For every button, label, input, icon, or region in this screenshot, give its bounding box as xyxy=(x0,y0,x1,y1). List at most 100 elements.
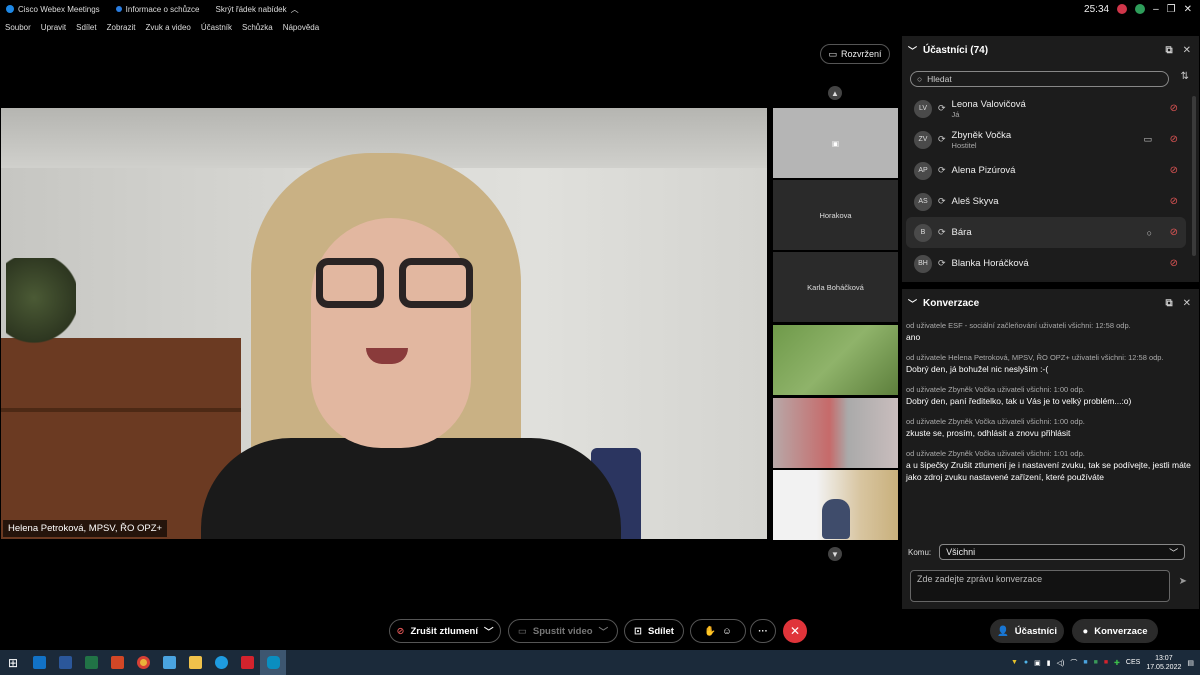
participant-row[interactable]: BH ⟳ Blanka Horáčková ⊘ xyxy=(906,248,1186,279)
chat-header: ﹀ Konverzace ⧉ ✕ xyxy=(908,297,1191,310)
app-tray-icon[interactable]: ▣ xyxy=(1034,659,1041,667)
windows-taskbar: ⊞ ▼ ● ▣ ▮ ◁) ⌒ ■ ■ ■ ✚ CES 13:07 17.05.2… xyxy=(0,650,1200,675)
menu-item-sdilet[interactable]: Sdílet xyxy=(76,23,96,32)
participant-figure xyxy=(821,499,850,539)
active-speaker-video[interactable]: Helena Petroková, MPSV, ŘO OPZ+ xyxy=(1,108,767,539)
video-thumbnail[interactable]: Horakova xyxy=(773,180,898,250)
excel-icon[interactable] xyxy=(78,650,104,675)
scroll-up-button[interactable]: ▲ xyxy=(828,86,842,100)
participant-row[interactable]: ZV ⟳ Zbyněk Vočka Hostitel ▭ ⊘ xyxy=(906,124,1186,155)
chat-bubble-icon[interactable]: ○ xyxy=(1147,228,1152,238)
minimize-icon[interactable]: – xyxy=(1153,4,1159,15)
hide-menu-button[interactable]: Skrýt řádek nabídek ︿ xyxy=(215,4,298,15)
video-thumbnail[interactable] xyxy=(773,398,898,468)
participant-row[interactable]: B ⟳ Bára ○ ⊘ xyxy=(906,217,1186,248)
speaker-name-label: Helena Petroková, MPSV, ŘO OPZ+ xyxy=(3,520,168,537)
start-video-button[interactable]: ▭ Spustit video ﹀ xyxy=(508,619,618,643)
menu-item-zobrazit[interactable]: Zobrazit xyxy=(107,23,136,32)
chevron-up-icon: ︿ xyxy=(290,4,299,14)
close-icon[interactable]: ✕ xyxy=(1183,45,1191,56)
collapse-icon[interactable]: ﹀ xyxy=(908,297,917,310)
outlook-tray-icon[interactable]: ■ xyxy=(1083,659,1087,666)
powerpoint-icon[interactable] xyxy=(104,650,130,675)
language-indicator[interactable]: CES xyxy=(1126,659,1140,666)
chat-panel: ﹀ Konverzace ⧉ ✕ od uživatele ESF - sociá… xyxy=(902,289,1199,609)
menu-item-napoveda[interactable]: Nápověda xyxy=(283,23,319,32)
chat-message-input[interactable]: Zde zadejte zprávu konverzace xyxy=(910,570,1170,602)
notification-icon[interactable]: ▤ xyxy=(1187,659,1194,667)
muted-mic-icon[interactable]: ⊘ xyxy=(1170,258,1178,269)
menu-item-upravit[interactable]: Upravit xyxy=(41,23,66,32)
chrome-icon[interactable] xyxy=(130,650,156,675)
sync-icon: ⟳ xyxy=(938,196,946,206)
explorer-icon[interactable] xyxy=(182,650,208,675)
recording-icon xyxy=(1117,4,1128,14)
meeting-info-button[interactable]: Informace o schůzce xyxy=(115,5,199,14)
video-thumbnail[interactable] xyxy=(773,470,898,540)
unmute-button[interactable]: ⊘ Zrušit ztlumení ﹀ xyxy=(389,619,501,643)
share-button[interactable]: ⊡ Sdílet xyxy=(624,619,684,643)
person-icon: 👤 xyxy=(996,625,1009,637)
participants-toggle-button[interactable]: 👤 Účastníci xyxy=(990,619,1064,643)
close-icon[interactable]: ✕ xyxy=(1183,298,1191,309)
outlook-icon[interactable] xyxy=(26,650,52,675)
participant-row[interactable]: AS ⟳ Aleš Skyva ⊘ xyxy=(906,186,1186,217)
chevron-down-icon[interactable]: ﹀ xyxy=(484,624,494,638)
participant-row[interactable]: LV ⟳ Leona Valovičová Já ⊘ xyxy=(906,93,1186,124)
restore-icon[interactable]: ❐ xyxy=(1167,4,1176,15)
acrobat-tray-icon[interactable]: ■ xyxy=(1104,659,1108,666)
sort-icon[interactable]: ⇅ xyxy=(1181,71,1189,82)
raise-hand-icon[interactable]: ✋ xyxy=(704,626,716,637)
speaker-icon[interactable]: ◁) xyxy=(1057,659,1065,667)
layout-button[interactable]: ▭ Rozvržení xyxy=(820,44,890,64)
muted-mic-icon: ⊘ xyxy=(396,625,405,637)
muted-mic-icon[interactable]: ⊘ xyxy=(1170,134,1178,145)
menu-item-soubor[interactable]: Soubor xyxy=(5,23,31,32)
collapse-icon[interactable]: ﹀ xyxy=(908,44,917,57)
webex-taskbar-icon[interactable] xyxy=(260,650,286,675)
message-text: zkuste se, prosím, odhlásit a znovu přih… xyxy=(906,428,1071,438)
video-thumbnail[interactable]: ▣ xyxy=(773,108,898,178)
recipient-select[interactable]: Všichni ﹀ xyxy=(939,544,1186,560)
scroll-down-button[interactable]: ▼ xyxy=(828,547,842,561)
avatar: AP xyxy=(914,161,932,180)
participant-row[interactable]: AP ⟳ Alena Pizúrová ⊘ xyxy=(906,155,1186,186)
video-thumbnail[interactable] xyxy=(773,325,898,395)
muted-mic-icon[interactable]: ⊘ xyxy=(1170,165,1178,176)
popout-icon[interactable]: ⧉ xyxy=(1165,45,1172,56)
muted-mic-icon[interactable]: ⊘ xyxy=(1170,196,1178,207)
send-icon[interactable]: ➤ xyxy=(1179,576,1187,587)
acrobat-icon[interactable] xyxy=(234,650,260,675)
emoji-icon[interactable]: ☺ xyxy=(722,626,732,637)
avatar: ZV xyxy=(914,130,932,149)
shield-icon[interactable]: ▼ xyxy=(1011,659,1018,666)
avatar: LV xyxy=(914,99,932,118)
ie-icon[interactable] xyxy=(208,650,234,675)
network-icon[interactable] xyxy=(156,650,182,675)
sync-icon: ⟳ xyxy=(938,165,946,175)
muted-mic-icon[interactable]: ⊘ xyxy=(1170,227,1178,238)
menu-item-zvuk-video[interactable]: Zvuk a video xyxy=(146,23,191,32)
excel-tray-icon[interactable]: ■ xyxy=(1094,659,1098,666)
close-icon[interactable]: ✕ xyxy=(1184,4,1192,15)
participant-scrollbar[interactable] xyxy=(1192,96,1196,256)
menu-item-schuzka[interactable]: Schůzka xyxy=(242,23,273,32)
word-icon[interactable] xyxy=(52,650,78,675)
menu-item-ucastnik[interactable]: Účastník xyxy=(201,23,232,32)
more-options-button[interactable]: ··· xyxy=(750,619,776,643)
reactions-group: ✋ ☺ xyxy=(690,619,746,643)
clock[interactable]: 13:07 17.05.2022 xyxy=(1146,654,1181,672)
webex-tray-icon[interactable]: ● xyxy=(1024,659,1028,666)
chat-toggle-button[interactable]: ● Konverzace xyxy=(1072,619,1158,643)
video-thumbnail[interactable]: Karla Boháčková xyxy=(773,252,898,322)
participant-search-input[interactable]: ○ Hledat xyxy=(910,71,1169,87)
chevron-down-icon: ﹀ xyxy=(598,627,609,638)
more-icon: ··· xyxy=(758,625,768,637)
leave-meeting-button[interactable]: ✕ xyxy=(783,619,807,643)
security-tray-icon[interactable]: ✚ xyxy=(1114,659,1120,667)
popout-icon[interactable]: ⧉ xyxy=(1165,298,1172,309)
muted-mic-icon[interactable]: ⊘ xyxy=(1170,103,1178,114)
mic-icon[interactable]: ▮ xyxy=(1047,659,1051,667)
wifi-icon[interactable]: ⌒ xyxy=(1070,658,1077,668)
start-icon[interactable]: ⊞ xyxy=(0,650,26,675)
